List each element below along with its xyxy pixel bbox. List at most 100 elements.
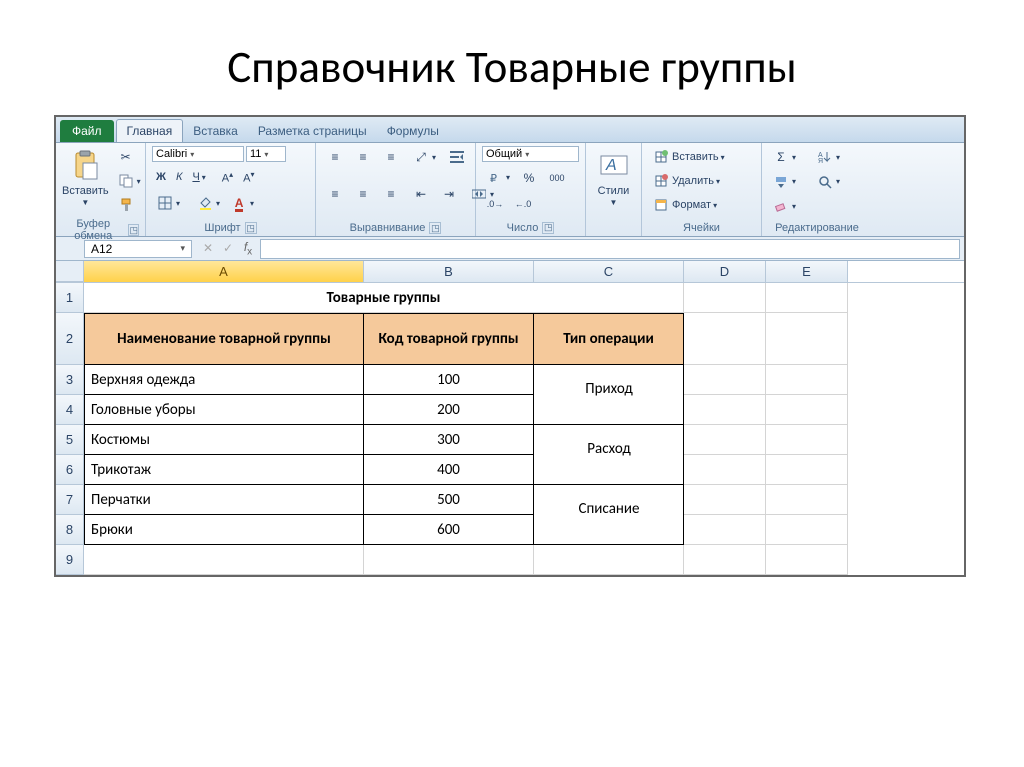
row-header-4[interactable]: 4 (56, 395, 84, 425)
styles-button[interactable]: A Стили ▼ (592, 146, 635, 207)
fill-color-button[interactable]: ▾ (192, 192, 224, 214)
row-header-7[interactable]: 7 (56, 485, 84, 515)
cell-B3[interactable]: 100 (364, 365, 534, 395)
font-size-selector[interactable]: 11▾ (246, 146, 286, 162)
cell-C4[interactable] (534, 395, 684, 425)
cell-D6[interactable] (684, 455, 766, 485)
fx-button[interactable]: fx (238, 240, 258, 257)
format-painter-button[interactable] (113, 194, 145, 216)
cell-A7[interactable]: Перчатки (84, 485, 364, 515)
increase-indent-button[interactable]: ⇥ (436, 183, 462, 205)
cell-D3[interactable] (684, 365, 766, 395)
align-right-button[interactable]: ≡ (378, 183, 404, 205)
paste-button[interactable]: Вставить ▼ (62, 146, 109, 207)
cell-B7[interactable]: 500 (364, 485, 534, 515)
bold-button[interactable]: Ж (152, 169, 170, 185)
cell-E6[interactable] (766, 455, 848, 485)
cell-E1[interactable] (766, 283, 848, 313)
number-format-selector[interactable]: Общий▾ (482, 146, 579, 162)
cell-D9[interactable] (684, 545, 766, 575)
cell-C9[interactable] (534, 545, 684, 575)
fx-enter[interactable]: ✓ (218, 241, 238, 255)
clear-button[interactable]: ▾ (768, 195, 800, 217)
col-header-D[interactable]: D (684, 261, 766, 282)
cell-hdr-code[interactable]: Код товарной группы (364, 313, 534, 365)
cell-A6[interactable]: Трикотаж (84, 455, 364, 485)
decrease-indent-button[interactable]: ⇤ (408, 183, 434, 205)
fx-cancel[interactable]: ✕ (198, 241, 218, 255)
comma-button[interactable]: 000 (544, 167, 570, 189)
cell-D8[interactable] (684, 515, 766, 545)
align-left-button[interactable]: ≡ (322, 183, 348, 205)
cell-D2[interactable] (684, 313, 766, 365)
copy-button[interactable]: ▾ (113, 170, 145, 192)
tab-home[interactable]: Главная (116, 119, 184, 142)
formula-input[interactable] (260, 239, 960, 259)
cell-D5[interactable] (684, 425, 766, 455)
col-header-A[interactable]: A (84, 261, 364, 282)
cell-A9[interactable] (84, 545, 364, 575)
increase-decimal-button[interactable]: .0→ (482, 193, 508, 215)
cell-C5[interactable] (534, 425, 684, 455)
decrease-decimal-button[interactable]: ←.0 (510, 193, 536, 215)
delete-cells-button[interactable]: Удалить▾ (648, 170, 755, 192)
align-top-button[interactable]: ≡ (322, 146, 348, 168)
row-header-3[interactable]: 3 (56, 365, 84, 395)
cell-B4[interactable]: 200 (364, 395, 534, 425)
cell-C6[interactable] (534, 455, 684, 485)
row-header-5[interactable]: 5 (56, 425, 84, 455)
row-header-8[interactable]: 8 (56, 515, 84, 545)
cell-D1[interactable] (684, 283, 766, 313)
row-header-9[interactable]: 9 (56, 545, 84, 575)
underline-button[interactable]: Ч▾ (188, 169, 209, 185)
cell-C8[interactable] (534, 515, 684, 545)
cell-A4[interactable]: Головные уборы (84, 395, 364, 425)
find-button[interactable]: ▾ (812, 171, 844, 193)
cell-title[interactable]: Товарные группы (84, 283, 684, 313)
borders-button[interactable]: ▾ (152, 192, 184, 214)
cell-D7[interactable] (684, 485, 766, 515)
cell-D4[interactable] (684, 395, 766, 425)
cell-E8[interactable] (766, 515, 848, 545)
tab-formulas[interactable]: Формулы (377, 120, 449, 142)
cell-A3[interactable]: Верхняя одежда (84, 365, 364, 395)
tab-file[interactable]: Файл (60, 120, 114, 142)
align-center-button[interactable]: ≡ (350, 183, 376, 205)
cell-C3[interactable] (534, 365, 684, 395)
col-header-B[interactable]: B (364, 261, 534, 282)
align-bottom-button[interactable]: ≡ (378, 146, 404, 168)
orientation-button[interactable]: ⤢▾ (408, 146, 440, 168)
cell-hdr-name[interactable]: Наименование товарной группы (84, 313, 364, 365)
cell-E4[interactable] (766, 395, 848, 425)
select-all-corner[interactable] (56, 261, 84, 282)
cell-hdr-op[interactable]: Тип операции (534, 313, 684, 365)
cell-A8[interactable]: Брюки (84, 515, 364, 545)
cell-E5[interactable] (766, 425, 848, 455)
cell-B9[interactable] (364, 545, 534, 575)
col-header-E[interactable]: E (766, 261, 848, 282)
row-header-6[interactable]: 6 (56, 455, 84, 485)
cut-button[interactable]: ✂ (113, 146, 145, 168)
tab-insert[interactable]: Вставка (183, 120, 248, 142)
alignment-launcher[interactable]: ◳ (429, 222, 441, 234)
cell-E2[interactable] (766, 313, 848, 365)
cell-C7[interactable] (534, 485, 684, 515)
insert-cells-button[interactable]: Вставить▾ (648, 146, 755, 168)
cell-B6[interactable]: 400 (364, 455, 534, 485)
cell-B8[interactable]: 600 (364, 515, 534, 545)
row-header-2[interactable]: 2 (56, 313, 84, 365)
autosum-button[interactable]: Σ▾ (768, 146, 800, 168)
font-color-button[interactable]: A▾ (226, 192, 258, 214)
cell-A5[interactable]: Костюмы (84, 425, 364, 455)
italic-button[interactable]: К (172, 169, 186, 185)
wrap-text-button[interactable] (444, 146, 470, 168)
cell-B5[interactable]: 300 (364, 425, 534, 455)
col-header-C[interactable]: C (534, 261, 684, 282)
accounting-format-button[interactable]: ₽▾ (482, 167, 514, 189)
font-launcher[interactable]: ◳ (245, 222, 257, 234)
align-middle-button[interactable]: ≡ (350, 146, 376, 168)
row-header-1[interactable]: 1 (56, 283, 84, 313)
name-box[interactable]: A12▾ (84, 240, 192, 258)
cell-E9[interactable] (766, 545, 848, 575)
font-name-selector[interactable]: Calibri▾ (152, 146, 244, 162)
